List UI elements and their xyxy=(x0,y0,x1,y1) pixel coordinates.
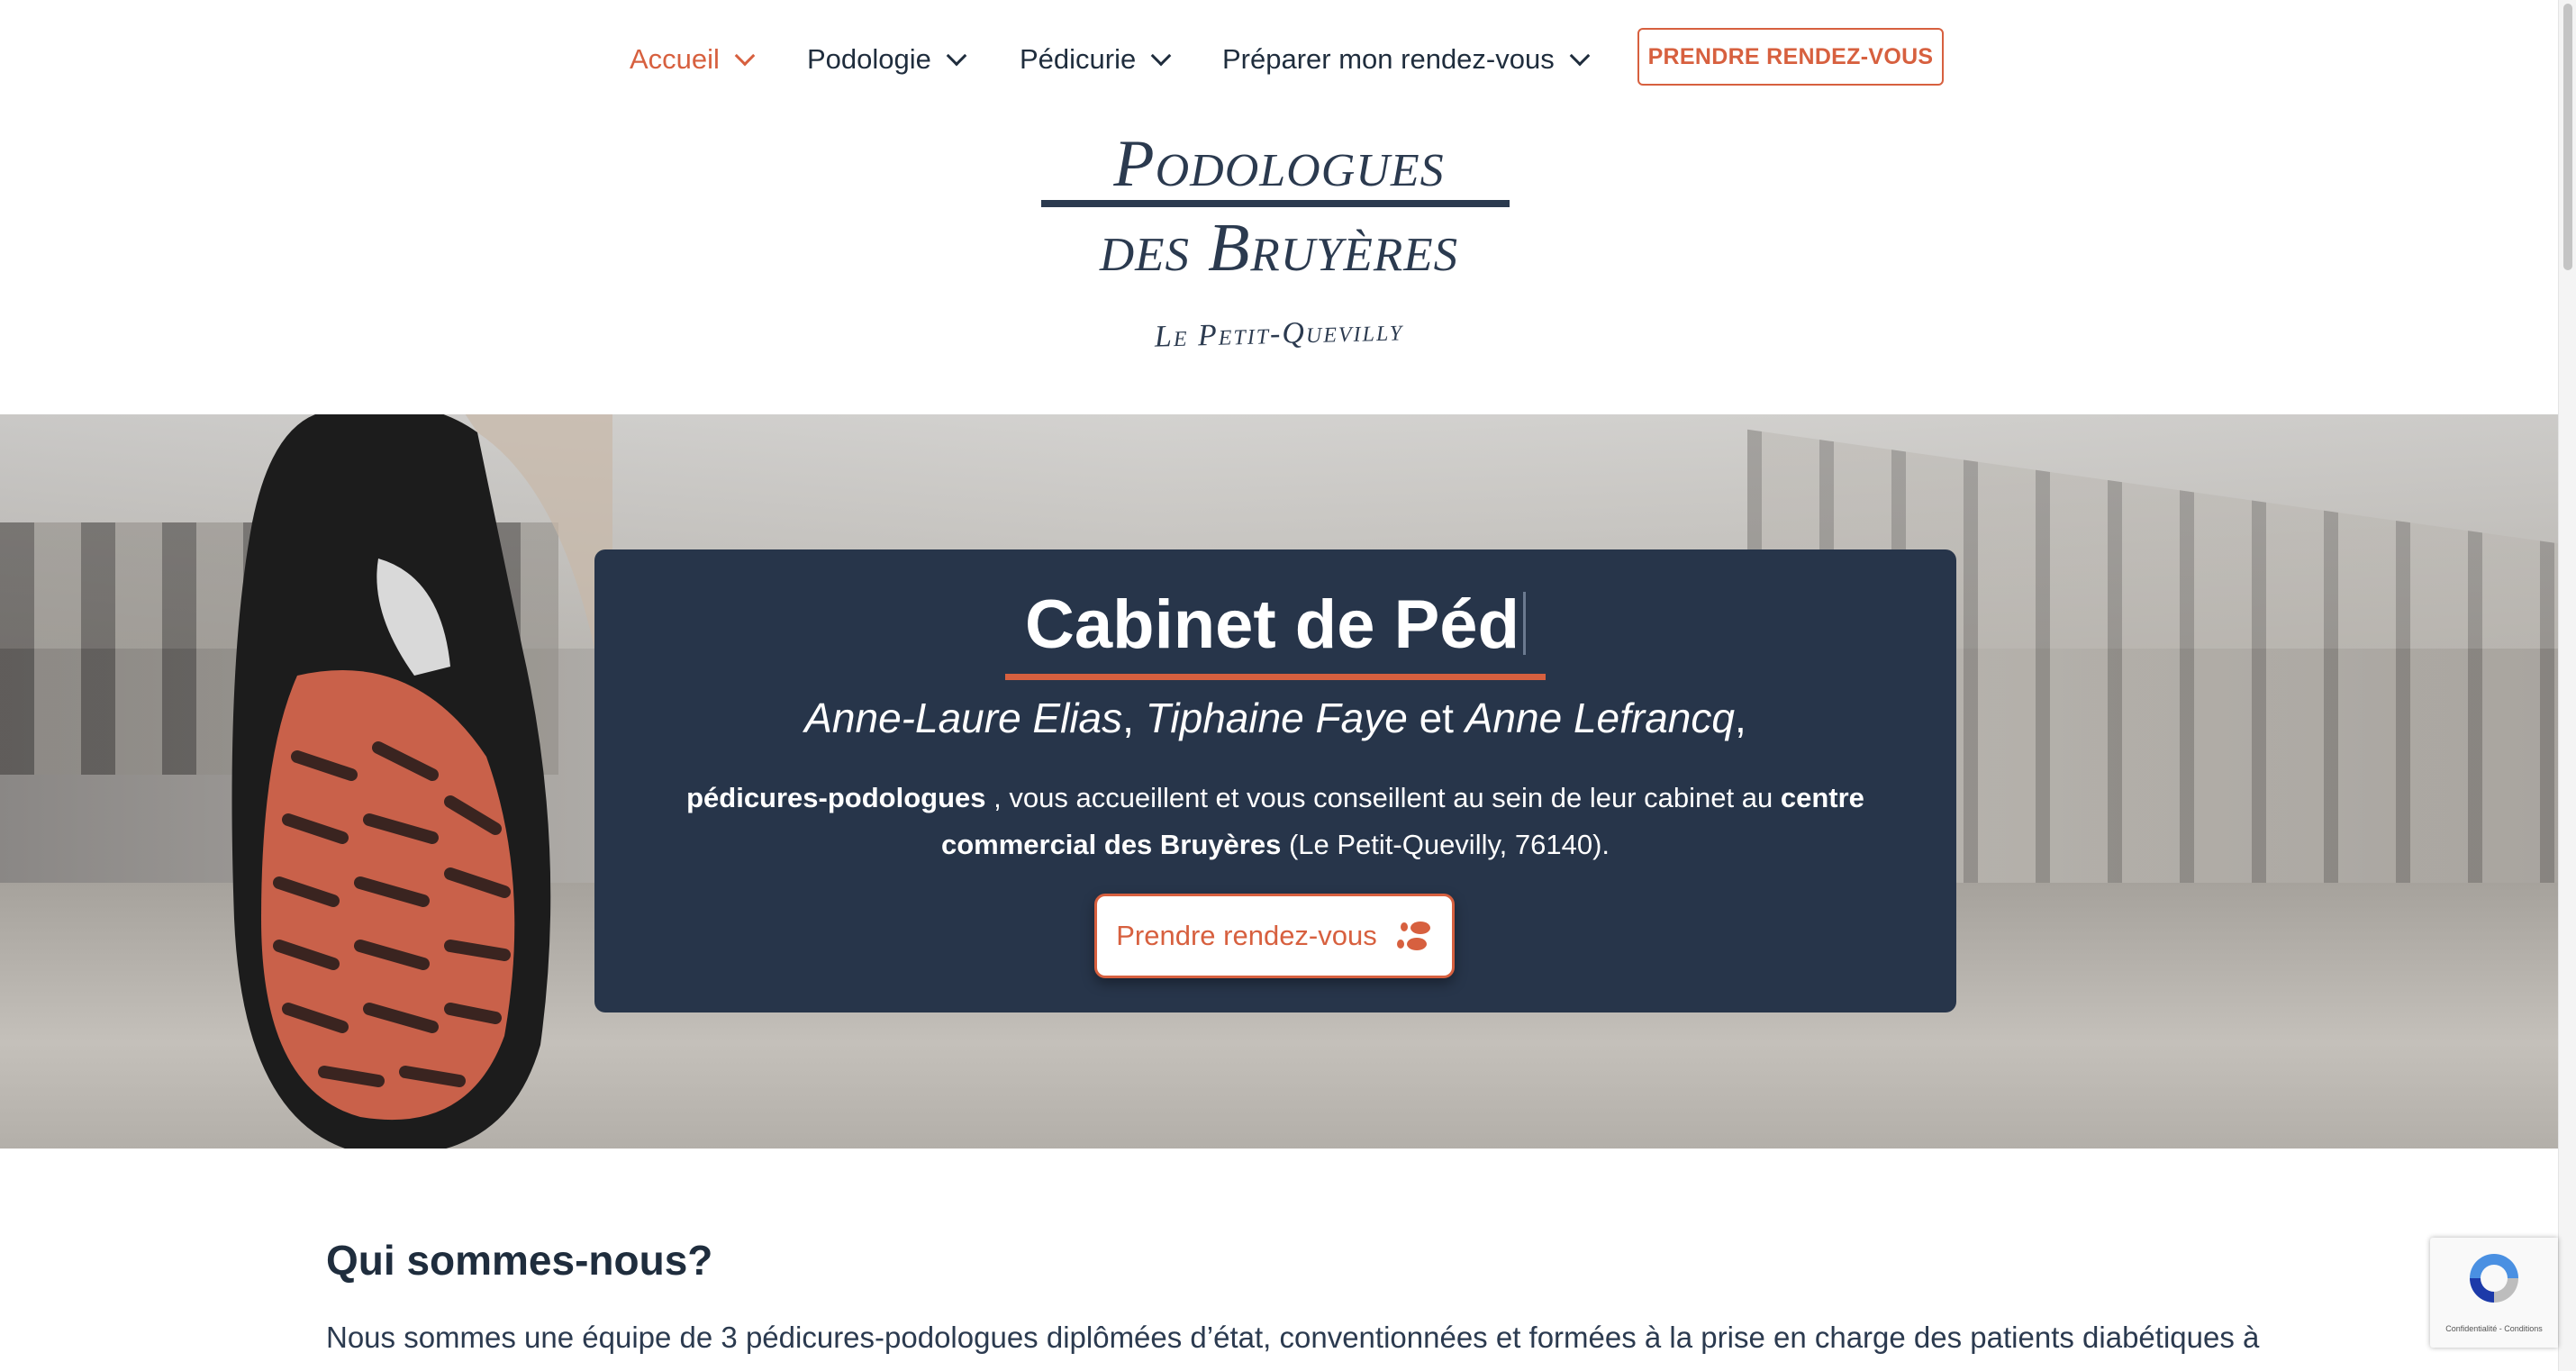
nav-appointment-button[interactable]: PRENDRE RENDEZ-VOUS xyxy=(1637,28,1944,86)
button-label: Prendre rendez-vous xyxy=(1116,920,1377,951)
nav-item-accueil[interactable]: Accueil xyxy=(630,34,756,85)
recaptcha-links[interactable]: Confidentialité - Conditions xyxy=(2430,1324,2558,1333)
chevron-down-icon xyxy=(1569,45,1591,67)
hero-description: pédicures-podologues , vous accueillent … xyxy=(667,775,1884,868)
hero-title-underline xyxy=(1005,674,1546,680)
recaptcha-icon xyxy=(2470,1254,2518,1303)
conjunction: et xyxy=(1407,695,1465,741)
about-text: Nous sommes une équipe de 3 pédicures-po… xyxy=(326,1321,2260,1354)
hero-practitioners: Anne-Laure Elias, Tiphaine Faye et Anne … xyxy=(594,694,1956,742)
page-scrollbar[interactable] xyxy=(2558,0,2576,1371)
practitioner-name: Anne-Laure Elias xyxy=(804,695,1123,741)
chevron-down-icon xyxy=(946,45,967,67)
separator: , xyxy=(1122,695,1134,741)
footprints-icon xyxy=(1396,922,1430,950)
main-nav: Accueil Podologie Pédicurie Préparer mon… xyxy=(0,0,2576,115)
site-logo[interactable]: Podologues des Bruyères Le Petit-Quevill… xyxy=(1036,126,1522,378)
scrollbar-thumb[interactable] xyxy=(2563,4,2572,270)
nav-item-pedicurie[interactable]: Pédicurie xyxy=(1020,34,1172,85)
hero-desc-text: (Le Petit-Quevilly, 76140). xyxy=(1281,829,1610,860)
chevron-down-icon xyxy=(734,45,756,67)
nav-item-label: Accueil xyxy=(630,43,720,75)
logo-line-1: Podologues xyxy=(1113,127,1445,201)
hero-desc-strong: pédicures-podologues xyxy=(686,782,986,813)
typing-cursor xyxy=(1523,592,1526,655)
nav-item-label: Pédicurie xyxy=(1020,43,1137,75)
hero-banner: Cabinet de Péd Anne-Laure Elias, Tiphain… xyxy=(0,414,2558,1149)
logo-divider xyxy=(1041,200,1510,207)
hero-title-text: Cabinet de Péd xyxy=(1025,586,1519,663)
logo-subtitle: Le Petit-Quevilly xyxy=(1154,313,1404,354)
practitioner-name: Tiphaine Faye xyxy=(1145,695,1408,741)
hero-card: Cabinet de Péd Anne-Laure Elias, Tiphain… xyxy=(594,549,1956,1012)
separator: , xyxy=(1734,695,1746,741)
logo-line-2: des Bruyères xyxy=(1099,210,1459,286)
hero-title: Cabinet de Péd xyxy=(594,586,1956,664)
practitioner-name: Anne Lefrancq xyxy=(1465,695,1735,741)
nav-item-label: Préparer mon rendez-vous xyxy=(1222,43,1555,75)
nav-item-preparer[interactable]: Préparer mon rendez-vous xyxy=(1222,34,1591,85)
running-shoe-image xyxy=(231,414,612,1149)
hero-appointment-button[interactable]: Prendre rendez-vous xyxy=(1094,894,1455,978)
nav-item-label: Podologie xyxy=(807,43,931,75)
hero-desc-text: , vous accueillent et vous conseillent a… xyxy=(985,782,1781,813)
about-title: Qui sommes-nous? xyxy=(326,1237,713,1284)
chevron-down-icon xyxy=(1150,45,1172,67)
recaptcha-badge[interactable]: Confidentialité - Conditions xyxy=(2430,1238,2558,1348)
nav-item-podologie[interactable]: Podologie xyxy=(807,34,967,85)
